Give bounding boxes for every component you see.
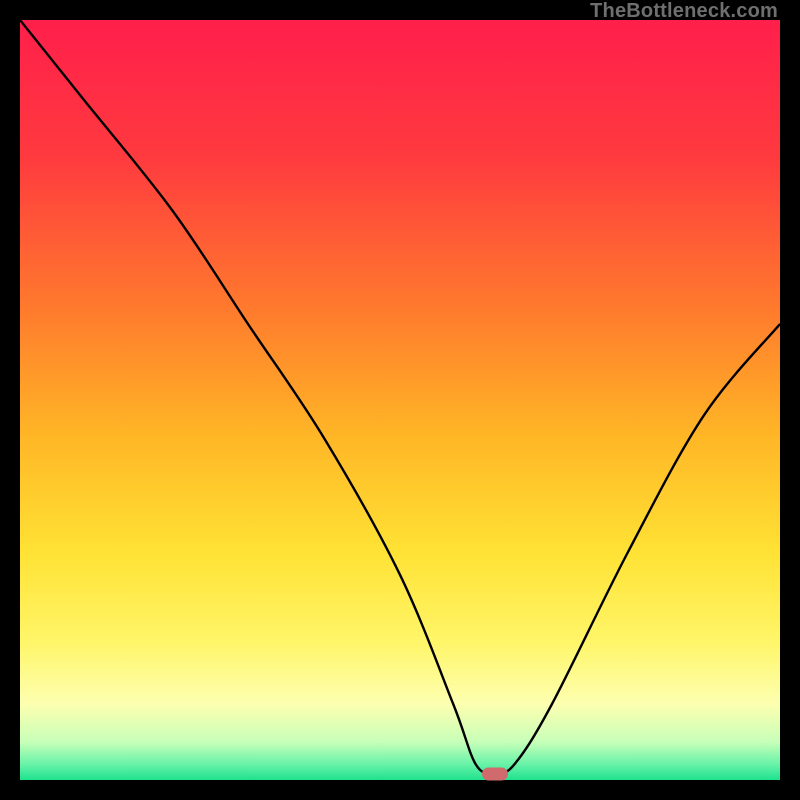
background-gradient — [20, 20, 780, 780]
plot-frame — [20, 20, 780, 780]
